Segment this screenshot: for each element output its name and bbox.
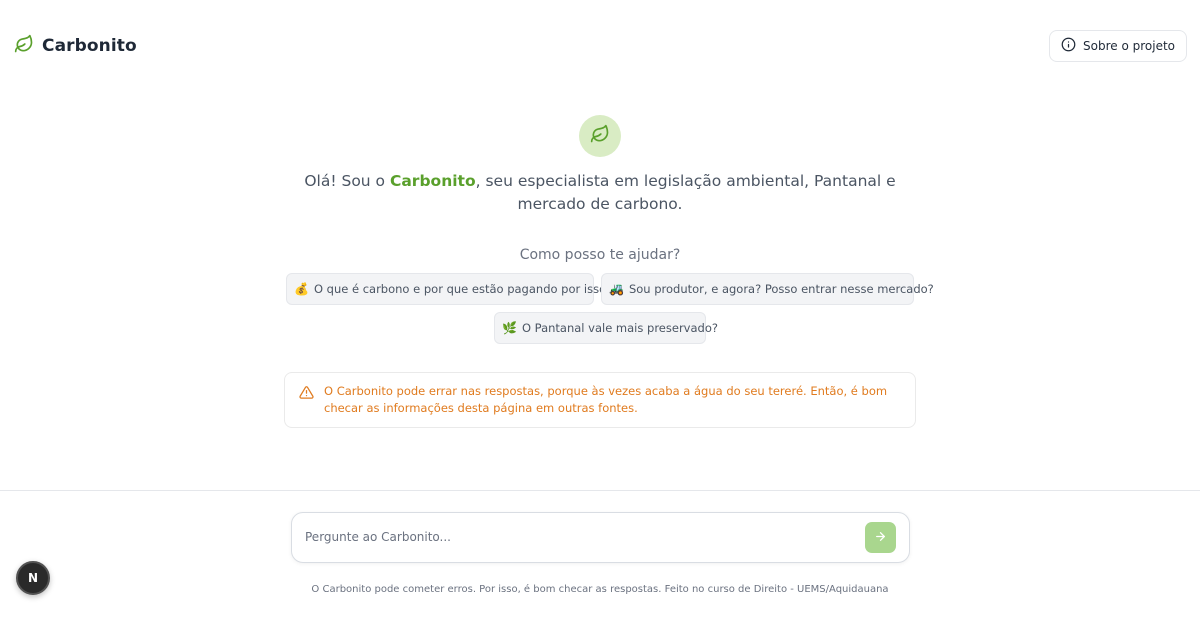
warning-text: O Carbonito pode errar nas respostas, po…	[324, 384, 888, 415]
intro-highlight: Carbonito	[389, 172, 476, 190]
brand[interactable]: Carbonito	[14, 34, 137, 58]
suggestion-label: O Pantanal vale mais preservado?	[521, 321, 718, 335]
suggestion-label: O que é carbono e por que estão pagando …	[313, 282, 613, 296]
money-bag-icon: 💰	[294, 282, 309, 296]
intro-suffix: , seu especialista em legislação ambient…	[475, 172, 896, 213]
leaf-icon	[14, 34, 34, 58]
tractor-icon: 🚜	[609, 282, 624, 296]
suggestion-chip[interactable]: 🚜 Sou produtor, e agora? Posso entrar ne…	[601, 273, 934, 305]
send-button[interactable]	[865, 522, 896, 553]
nextjs-dev-badge[interactable]: N	[16, 561, 50, 595]
suggestion-chip[interactable]: 🌿 O Pantanal vale mais preservado?	[494, 312, 718, 344]
about-project-label: Sobre o projeto	[1083, 39, 1175, 53]
chat-page: Carbonito Sobre o projeto Olá! Sou o Car…	[0, 0, 1200, 630]
warning-notice: O Carbonito pode errar nas respostas, po…	[284, 372, 916, 428]
suggestion-label: Sou produtor, e agora? Posso entrar ness…	[628, 282, 934, 296]
suggestion-chip[interactable]: 💰 O que é carbono e por que estão pagand…	[286, 273, 612, 305]
warning-triangle-icon	[299, 385, 314, 427]
footer-disclaimer: O Carbonito pode cometer erros. Por isso…	[311, 584, 889, 595]
message-input[interactable]	[305, 525, 845, 549]
message-composer	[291, 512, 910, 563]
herb-icon: 🌿	[502, 321, 517, 335]
intro-prefix: Olá! Sou o	[304, 172, 390, 190]
brand-name: Carbonito	[42, 36, 137, 56]
info-icon	[1061, 37, 1076, 55]
help-prompt: Como posso te ajudar?	[519, 247, 681, 263]
about-project-button[interactable]: Sobre o projeto	[1049, 30, 1187, 62]
intro-message: Olá! Sou o Carbonito, seu especialista e…	[300, 170, 900, 216]
arrow-right-icon	[874, 528, 887, 547]
hero-avatar	[579, 115, 621, 157]
composer-divider	[0, 490, 1200, 491]
leaf-icon	[590, 124, 610, 148]
